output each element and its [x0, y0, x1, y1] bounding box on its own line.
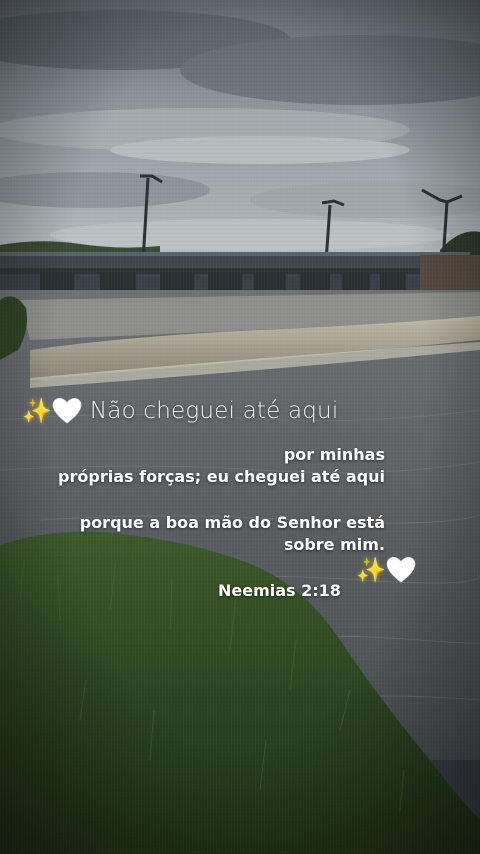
verse-reference: Neemias 2:18 [218, 581, 341, 600]
headline-row: ✨ Não cheguei até aqui [22, 390, 462, 432]
bridge-deck [0, 256, 470, 268]
verse-line-3: porque a boa mão do Senhor está [79, 513, 385, 532]
sparkles-icon: ✨ [356, 556, 386, 584]
verse-line-1: por minhas [283, 445, 385, 464]
trailing-emoji-row: ✨ [356, 556, 416, 584]
white-heart-icon [386, 557, 416, 583]
photo-scene: ✨ Não cheguei até aqui por minhas própri… [0, 0, 480, 854]
verse-line-4: sobre mim. [283, 535, 385, 554]
verse-line-2: próprias forças; eu cheguei até aqui [58, 467, 385, 486]
sparkles-icon: ✨ [22, 397, 52, 425]
white-heart-icon [52, 398, 82, 424]
headline-text: Não cheguei até aqui [89, 398, 339, 424]
